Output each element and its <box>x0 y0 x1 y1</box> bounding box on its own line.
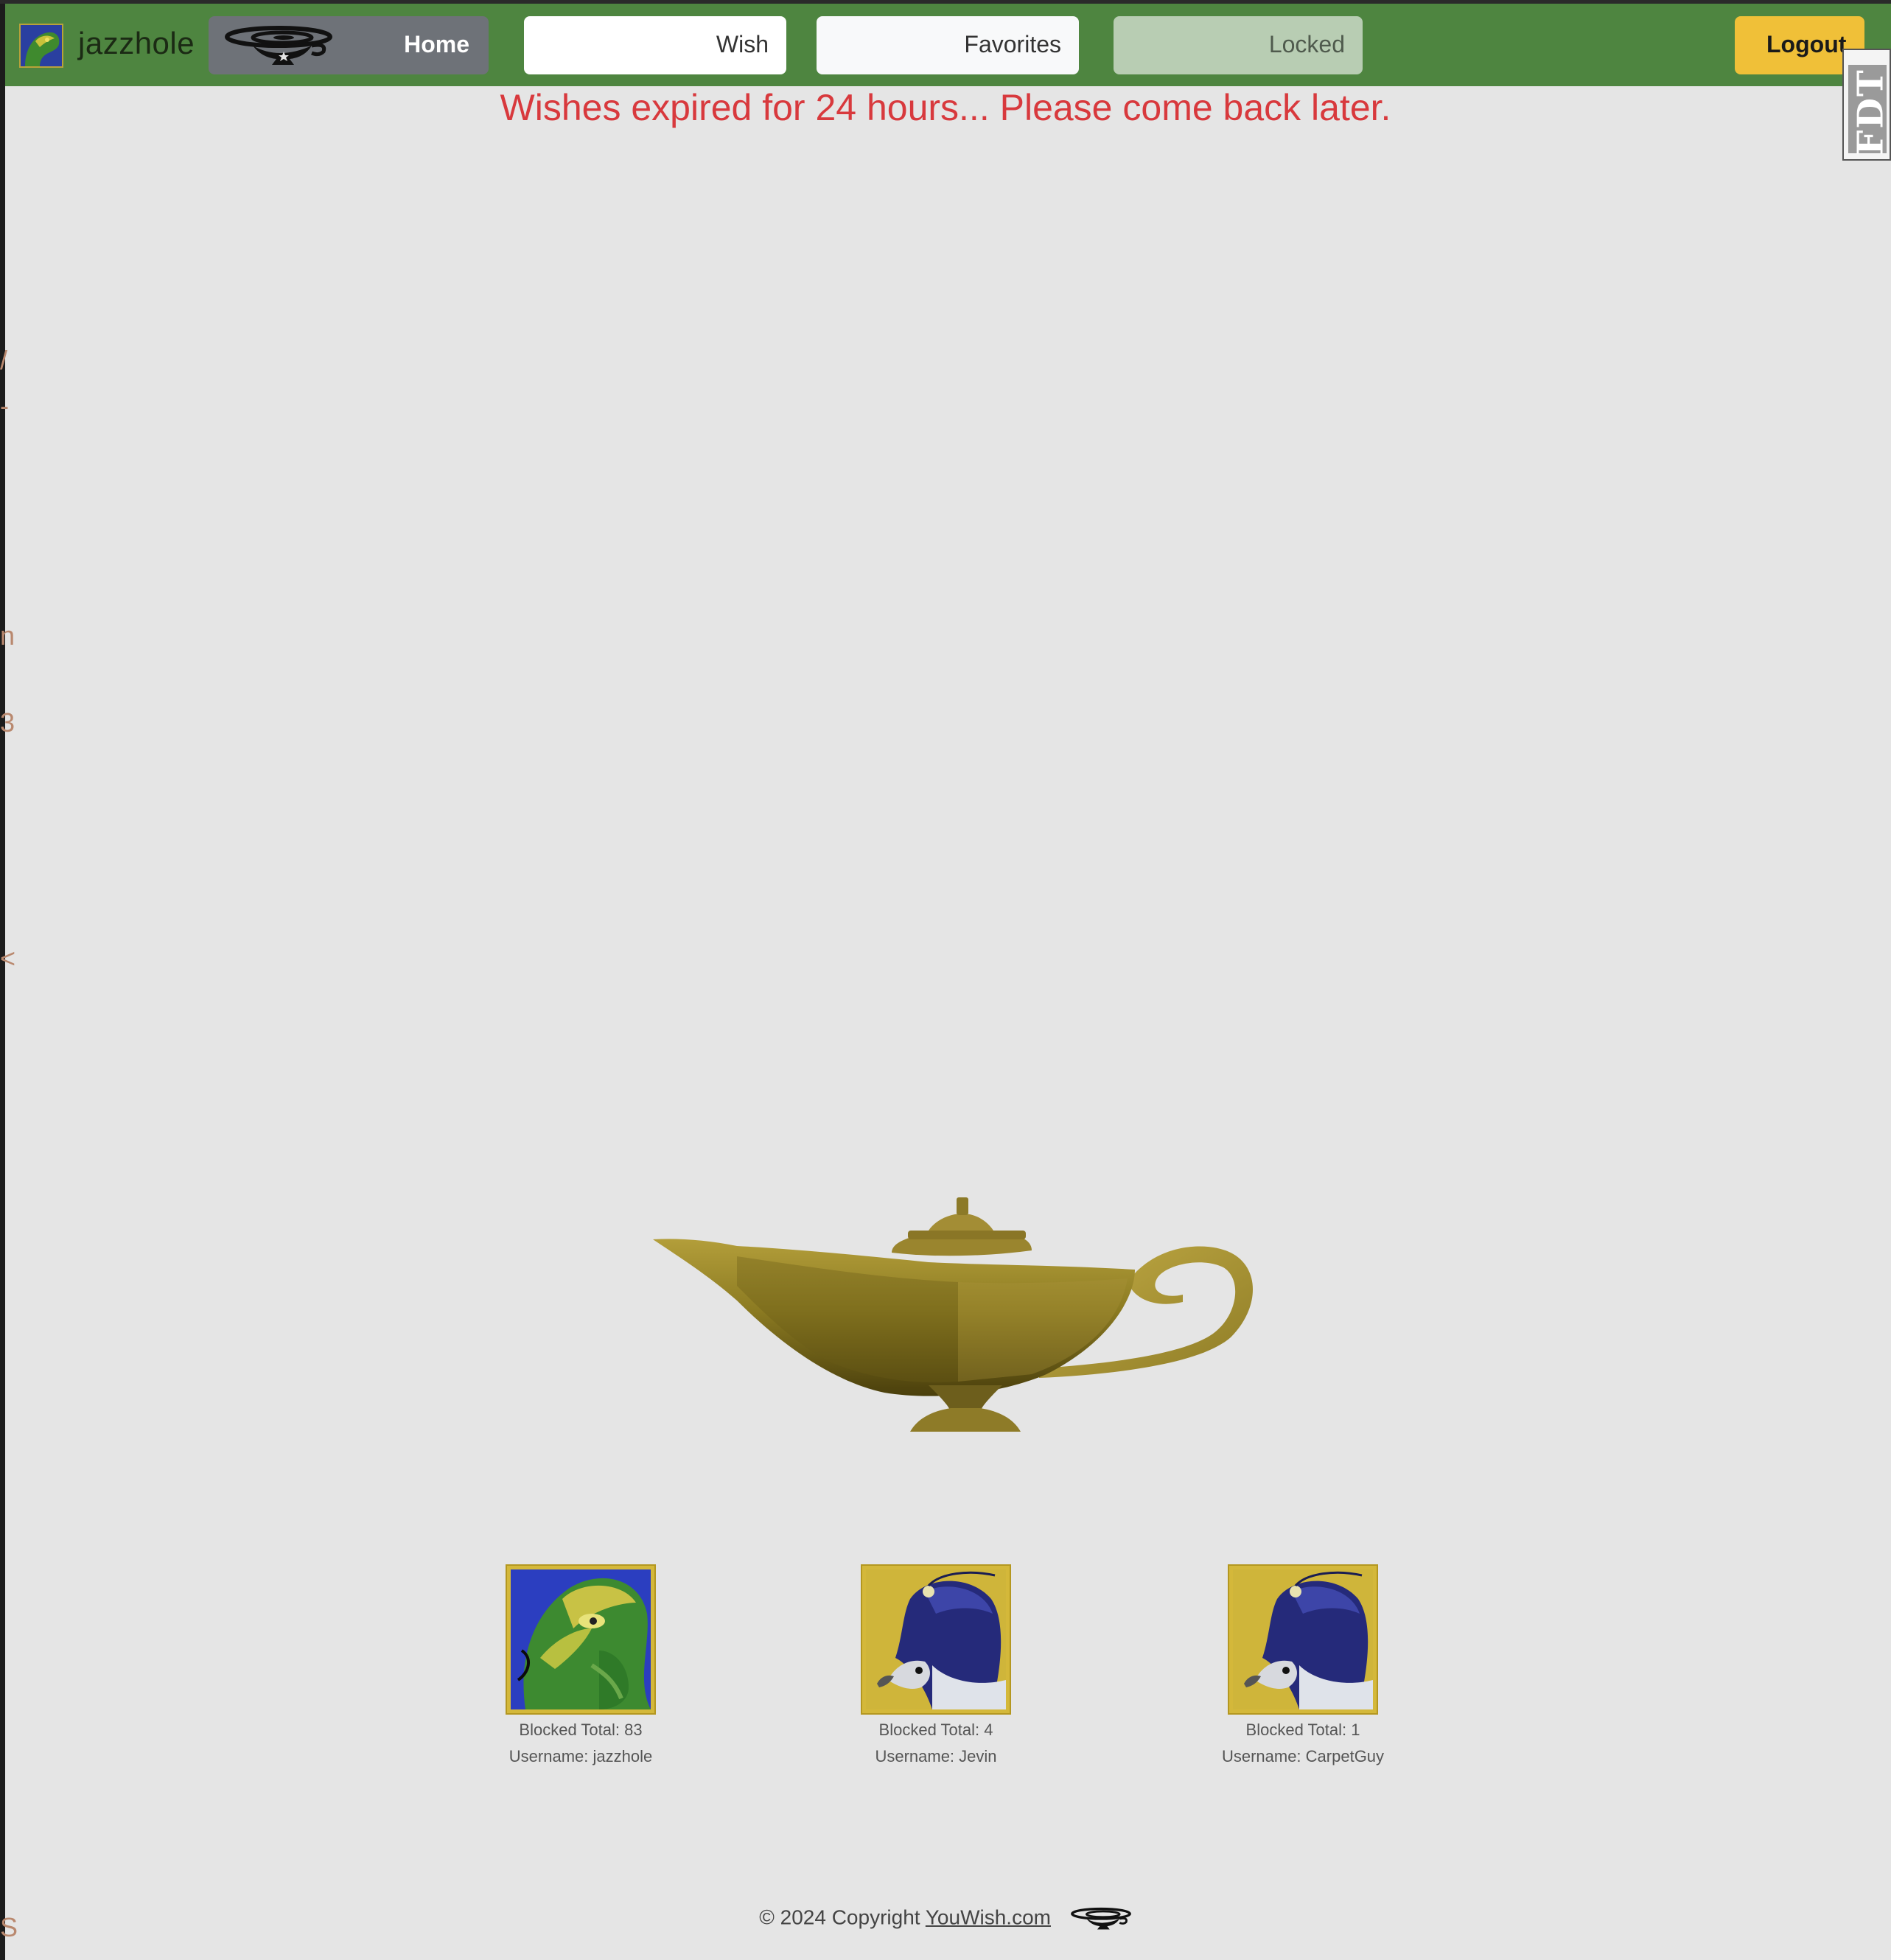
genie-lamp-logo-icon <box>225 26 332 65</box>
logout-label: Logout <box>1766 31 1847 57</box>
username-text: Username: Jevin <box>875 1747 997 1765</box>
user-card[interactable]: Blocked Total: 1 Username: CarpetGuy <box>1192 1564 1413 1766</box>
copyright-text: © 2024 Copyright <box>759 1905 920 1929</box>
locked-label: Locked <box>1268 31 1345 57</box>
wish-button[interactable]: Wish <box>524 16 786 74</box>
edge-glyph: < <box>0 943 16 973</box>
blocked-total: Blocked Total: 4 <box>878 1721 993 1739</box>
blocked-total: Blocked Total: 83 <box>519 1721 643 1739</box>
user-avatar-frame <box>861 1564 1011 1715</box>
home-button[interactable]: Home <box>209 16 489 74</box>
user-card[interactable]: Blocked Total: 83 Username: jazzhole <box>470 1564 691 1766</box>
falcon-icon <box>866 1569 1006 1709</box>
footer: © 2024 Copyright YouWish.com <box>0 1904 1891 1933</box>
edge-glyph: / <box>0 345 8 375</box>
magic-lamp-icon[interactable] <box>649 1197 1260 1433</box>
cobra-icon <box>511 1569 651 1709</box>
user-avatar-frame <box>506 1564 656 1715</box>
wish-label: Wish <box>716 31 769 57</box>
favorites-button[interactable]: Favorites <box>817 16 1079 74</box>
left-edge <box>0 0 5 1960</box>
youwish-link[interactable]: YouWish.com <box>926 1905 1051 1928</box>
edge-glyph: 3 <box>0 707 15 738</box>
edge-glyph: - <box>0 391 9 421</box>
username-text: Username: jazzhole <box>508 1747 653 1765</box>
user-avatar-frame <box>1228 1564 1378 1715</box>
favorites-label: Favorites <box>964 31 1061 57</box>
falcon-icon <box>1233 1569 1373 1709</box>
genie-lamp-logo-icon <box>1070 1907 1131 1930</box>
top-navbar: jazzhole Home Wish Favorites Locked Logo… <box>5 4 1891 86</box>
blocked-total: Blocked Total: 1 <box>1245 1721 1360 1739</box>
edge-glyph: n <box>0 620 15 651</box>
user-avatar[interactable] <box>19 24 63 68</box>
expiry-message: Wishes expired for 24 hours... Please co… <box>500 87 1391 128</box>
username-text: Username: CarpetGuy <box>1221 1747 1385 1765</box>
user-card[interactable]: Blocked Total: 4 Username: Jevin <box>825 1564 1046 1766</box>
home-label: Home <box>404 31 469 57</box>
username-label[interactable]: jazzhole <box>78 26 195 61</box>
locked-button[interactable]: Locked <box>1114 16 1363 74</box>
